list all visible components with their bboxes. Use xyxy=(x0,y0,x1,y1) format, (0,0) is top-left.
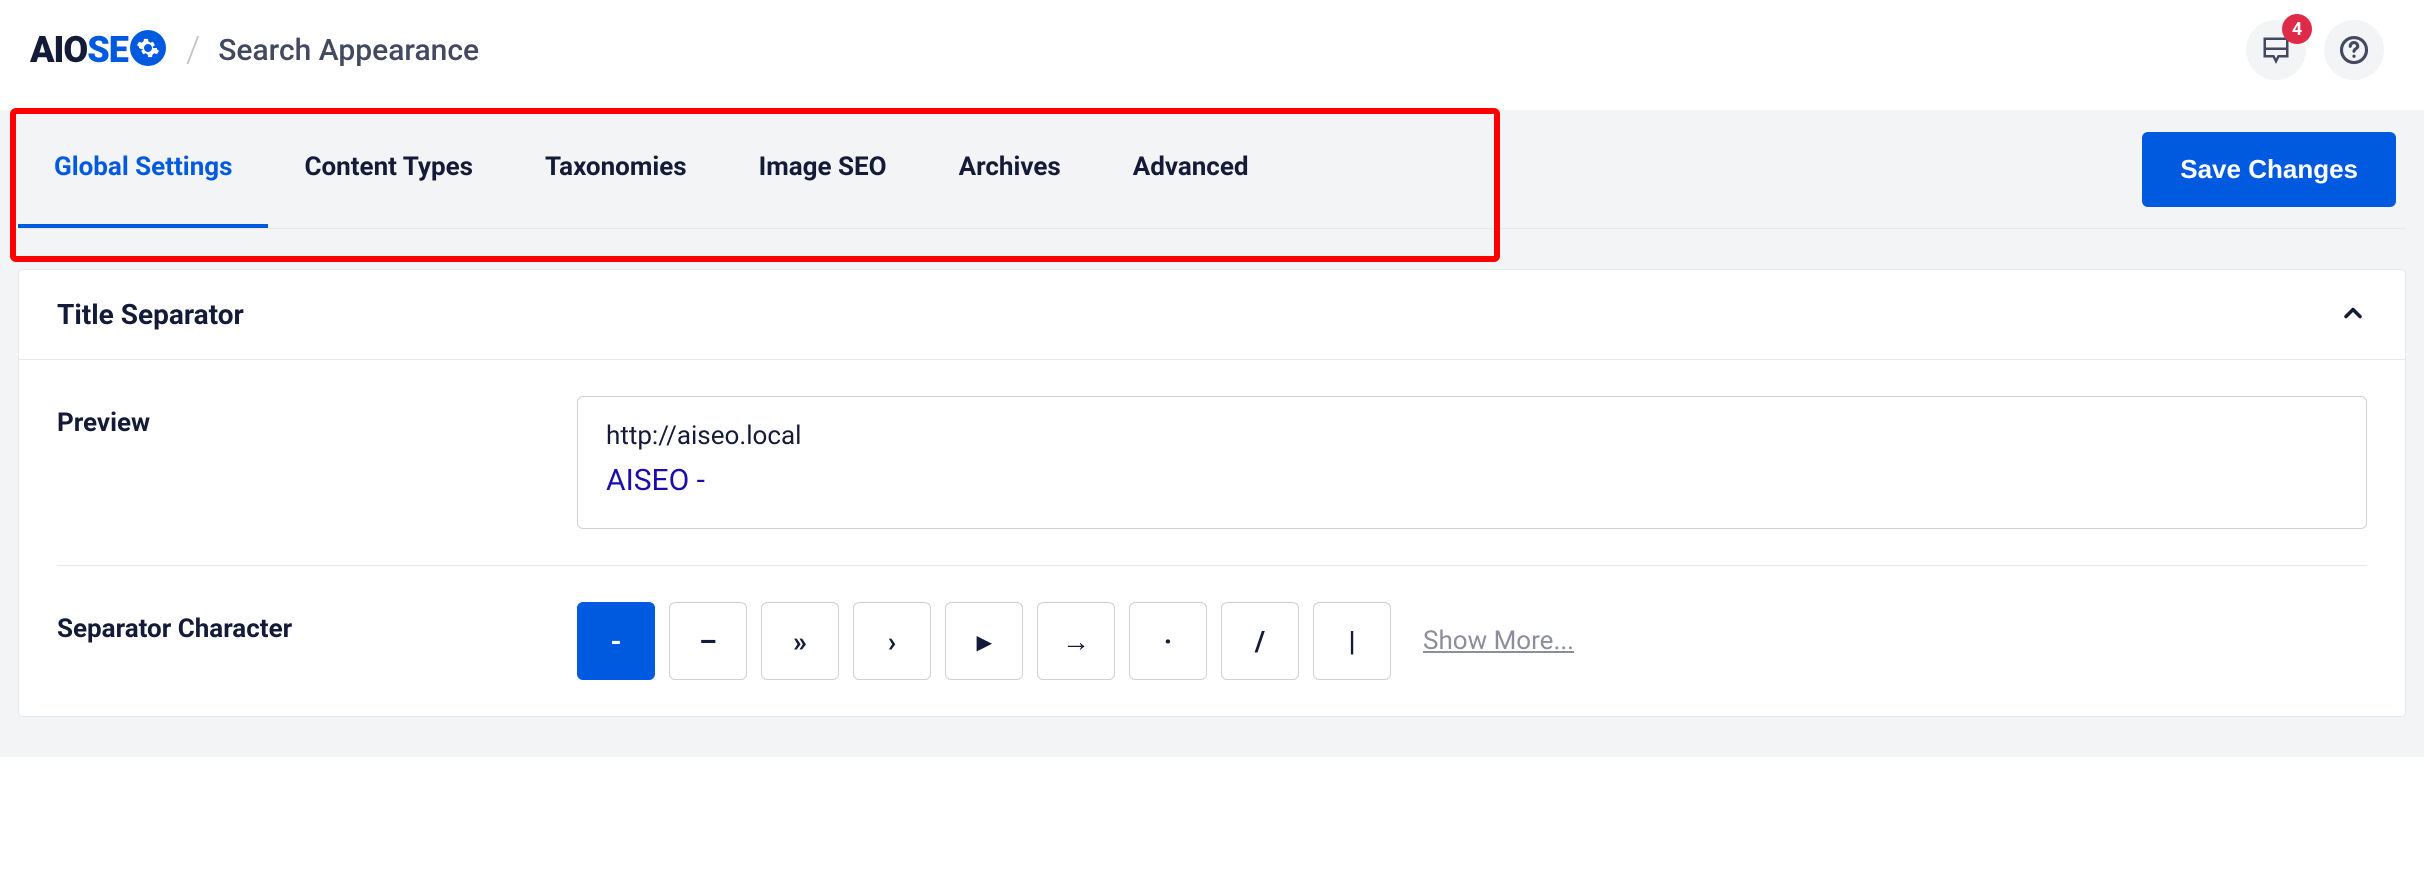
logo-text-aio: AIO xyxy=(30,29,87,71)
separator-options: - – » › ▸ → · / | Show More... xyxy=(577,602,2367,680)
separator-option-middot[interactable]: · xyxy=(1129,602,1207,680)
separator-label: Separator Character xyxy=(57,602,537,644)
separator-option-triangle[interactable]: ▸ xyxy=(945,602,1023,680)
breadcrumb-separator: / xyxy=(186,29,200,71)
tab-image-seo[interactable]: Image SEO xyxy=(723,110,923,228)
tabs: Global Settings Content Types Taxonomies… xyxy=(18,110,1285,228)
preview-seo-title: AISEO - xyxy=(606,463,2338,498)
help-button[interactable] xyxy=(2324,20,2384,80)
page-header: AIOSE / Search Appearance 4 xyxy=(0,0,2424,110)
tab-content-types[interactable]: Content Types xyxy=(268,110,508,228)
aioseo-logo: AIOSE xyxy=(30,29,168,71)
title-separator-card: Title Separator Preview http://aiseo.loc… xyxy=(18,269,2406,717)
save-changes-button[interactable]: Save Changes xyxy=(2142,132,2396,207)
preview-box: http://aiseo.local AISEO - xyxy=(577,396,2367,529)
preview-row: Preview http://aiseo.local AISEO - xyxy=(57,396,2367,566)
preview-url: http://aiseo.local xyxy=(606,421,2338,451)
separator-option-arrow[interactable]: → xyxy=(1037,602,1115,680)
tab-archives[interactable]: Archives xyxy=(923,110,1097,228)
separator-option-dash[interactable]: - xyxy=(577,602,655,680)
show-more-link[interactable]: Show More... xyxy=(1423,626,1574,656)
logo-text-se: SE xyxy=(87,29,128,71)
chevron-up-icon[interactable] xyxy=(2339,299,2367,331)
separator-option-pipe[interactable]: | xyxy=(1313,602,1391,680)
separator-option-raquo[interactable]: » xyxy=(761,602,839,680)
card-body: Preview http://aiseo.local AISEO - Separ… xyxy=(19,360,2405,716)
notifications-button[interactable]: 4 xyxy=(2246,20,2306,80)
card-title: Title Separator xyxy=(57,298,244,331)
header-actions: 4 xyxy=(2246,20,2384,80)
body-area: Global Settings Content Types Taxonomies… xyxy=(0,110,2424,757)
tab-taxonomies[interactable]: Taxonomies xyxy=(509,110,723,228)
tab-advanced[interactable]: Advanced xyxy=(1097,110,1285,228)
preview-label: Preview xyxy=(57,396,537,438)
separator-row: Separator Character - – » › ▸ → · / | Sh… xyxy=(57,602,2367,680)
separator-option-rsaquo[interactable]: › xyxy=(853,602,931,680)
tabs-row: Global Settings Content Types Taxonomies… xyxy=(18,110,2406,229)
page-title: Search Appearance xyxy=(218,33,479,68)
separator-option-slash[interactable]: / xyxy=(1221,602,1299,680)
gear-icon xyxy=(130,30,166,66)
separator-option-endash[interactable]: – xyxy=(669,602,747,680)
card-header: Title Separator xyxy=(19,270,2405,360)
tab-global-settings[interactable]: Global Settings xyxy=(18,110,268,228)
notification-badge: 4 xyxy=(2282,14,2312,44)
